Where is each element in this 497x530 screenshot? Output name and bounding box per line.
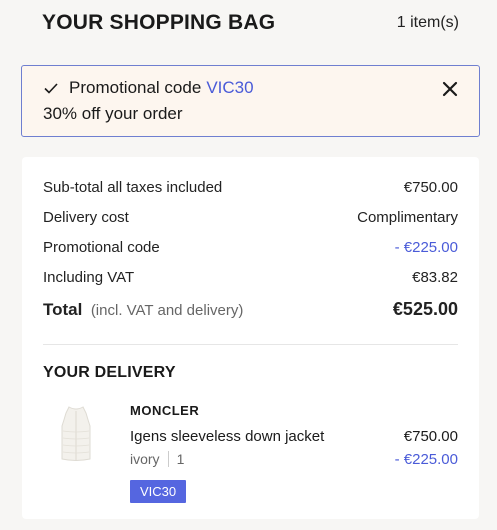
bag-header: YOUR SHOPPING BAG 1 item(s) (42, 8, 459, 38)
subtotal-label: Sub-total all taxes included (43, 179, 223, 196)
vat-label: Including VAT (43, 269, 135, 286)
page-title: YOUR SHOPPING BAG (42, 11, 276, 34)
vat-row: Including VAT €83.82 (43, 269, 458, 286)
promo-code-banner: Promotional code VIC30 30% off your orde… (21, 65, 480, 137)
total-row: Total (incl. VAT and delivery) €525.00 (43, 299, 458, 320)
product-brand: MONCLER (130, 403, 200, 418)
product-color: ivory (130, 451, 160, 467)
meta-separator (167, 451, 169, 467)
delivery-cost-label: Delivery cost (43, 209, 129, 226)
product-discount: - €225.00 (394, 451, 458, 468)
promo-discount-value: - €225.00 (394, 239, 458, 256)
product-name[interactable]: Igens sleeveless down jacket (130, 428, 324, 445)
divider (43, 344, 458, 345)
product-quantity: 1 (176, 451, 185, 467)
total-label: Total (43, 300, 83, 319)
order-summary-card: Sub-total all taxes included €750.00 Del… (22, 157, 479, 519)
promo-code-label: Promotional code (69, 78, 202, 97)
item-count: 1 item(s) (396, 14, 459, 31)
product-price: €750.00 (403, 428, 458, 445)
promo-discount-label: Promotional code (43, 239, 160, 256)
subtotal-value: €750.00 (403, 179, 458, 196)
delivery-cost-row: Delivery cost Complimentary (43, 209, 458, 226)
total-note: (incl. VAT and delivery) (90, 302, 244, 319)
vat-value: €83.82 (412, 269, 458, 286)
promo-code-line: Promotional code VIC30 (43, 78, 254, 98)
promo-code-badge: VIC30 (130, 480, 187, 503)
product-meta: ivory 1 (130, 451, 184, 467)
close-icon[interactable] (441, 80, 459, 98)
delivery-section-title: YOUR DELIVERY (43, 364, 176, 381)
check-icon (44, 83, 58, 94)
total-value: €525.00 (392, 299, 458, 319)
promo-code-value: VIC30 (206, 78, 254, 97)
promo-discount-row: Promotional code - €225.00 (43, 239, 458, 256)
product-image[interactable] (52, 404, 100, 464)
delivery-cost-value: Complimentary (357, 209, 458, 226)
promo-description: 30% off your order (43, 104, 183, 123)
subtotal-row: Sub-total all taxes included €750.00 (43, 179, 458, 196)
